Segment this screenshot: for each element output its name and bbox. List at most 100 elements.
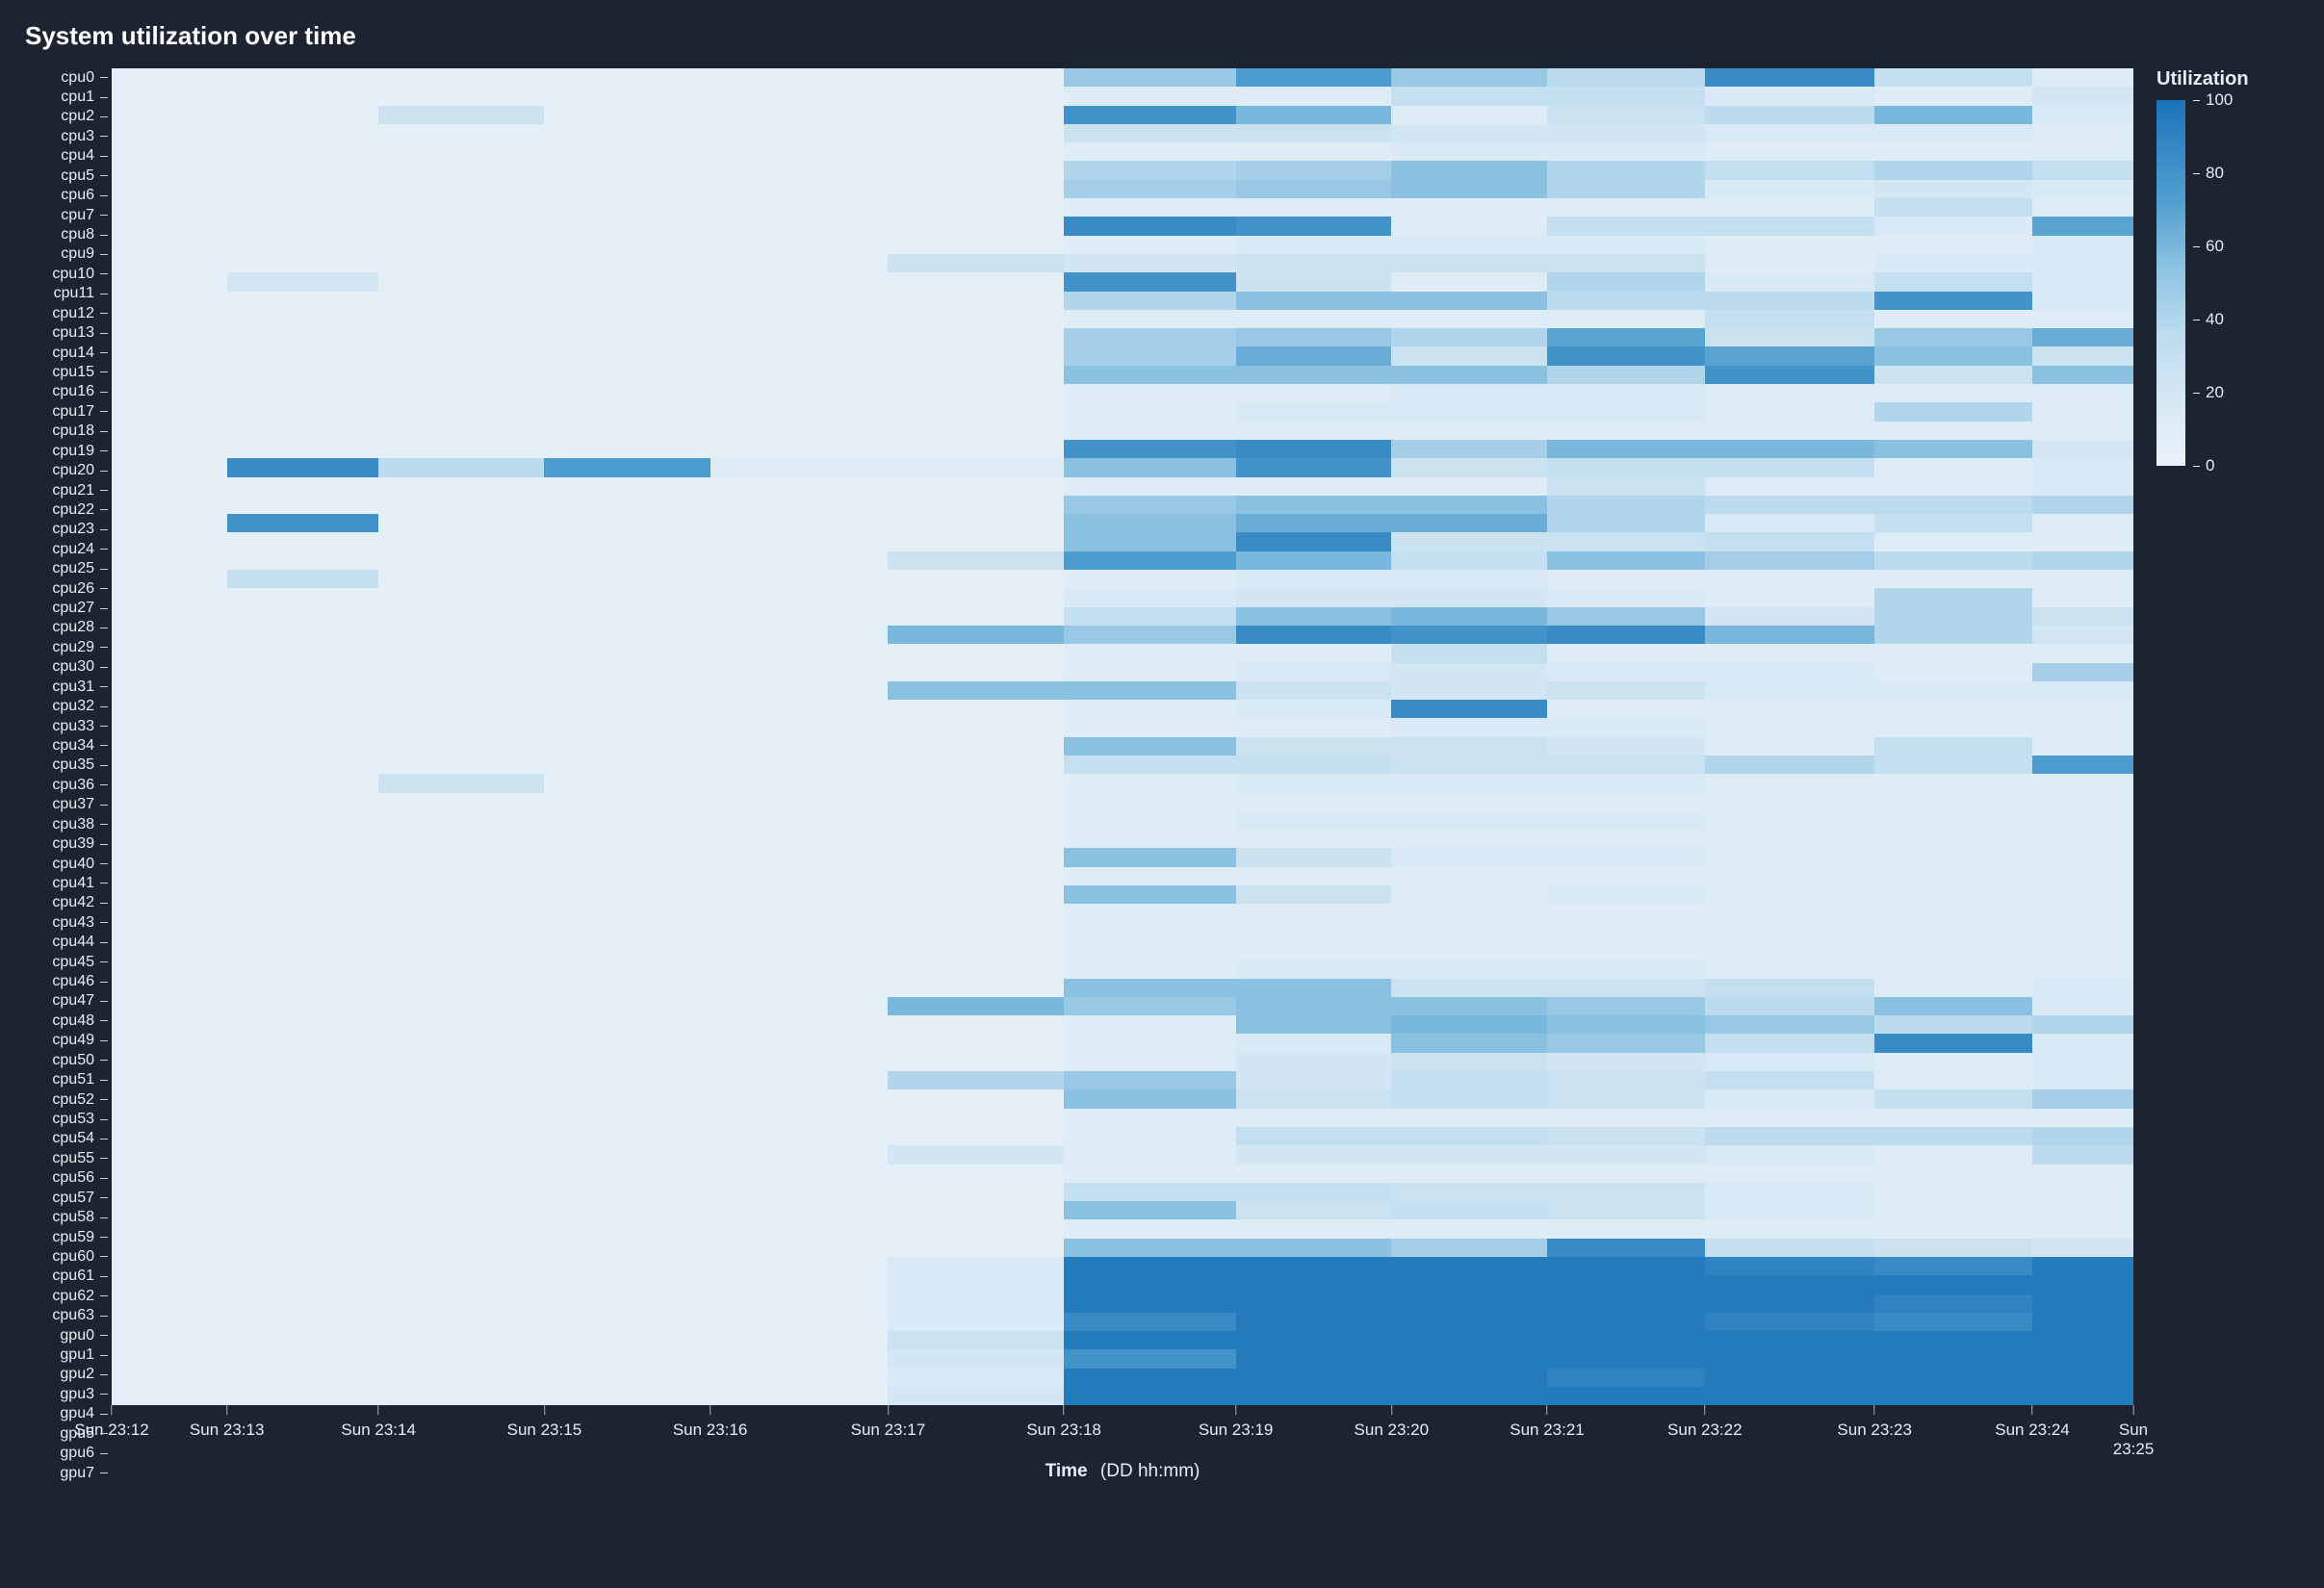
y-tick-label: cpu15 — [23, 363, 112, 381]
heatmap-cell — [1705, 440, 1874, 458]
heatmap-cell — [710, 1294, 889, 1313]
heatmap-cell — [1547, 161, 1705, 179]
y-tick-label: cpu62 — [23, 1287, 112, 1305]
heatmap-cell — [888, 1127, 1064, 1145]
heatmap-cell — [710, 1257, 889, 1275]
heatmap-cell — [1391, 1239, 1547, 1257]
heatmap-cell — [1064, 477, 1236, 496]
heatmap-cell — [1236, 1239, 1392, 1257]
heatmap-cell — [227, 87, 379, 105]
heatmap-cell — [710, 923, 889, 941]
heatmap-cell — [1064, 1219, 1236, 1238]
heatmap-cell — [2032, 867, 2133, 885]
heatmap-cell — [1236, 663, 1392, 681]
heatmap-cell — [1391, 793, 1547, 811]
x-tick: Sun 23:19 — [1199, 1405, 1274, 1440]
heatmap-cell — [1547, 718, 1705, 736]
heatmap-cell — [544, 1219, 710, 1238]
heatmap-cell — [2032, 87, 2133, 105]
heatmap-cell — [112, 1349, 227, 1368]
heatmap-cell — [1547, 142, 1705, 161]
heatmap-cell — [1874, 217, 2032, 235]
heatmap-cell — [112, 292, 227, 310]
heatmap-cell — [112, 1127, 227, 1145]
heatmap-cell — [710, 236, 889, 254]
x-tick-label: Sun 23:14 — [341, 1421, 416, 1439]
heatmap-cell — [1874, 1015, 2032, 1034]
y-tick-label: cpu34 — [23, 736, 112, 755]
heatmap-cell — [888, 198, 1064, 217]
heatmap-cell — [1391, 1201, 1547, 1219]
heatmap-cell — [888, 663, 1064, 681]
heatmap-cell — [1547, 1165, 1705, 1183]
y-tick-label: cpu3 — [23, 127, 112, 145]
heatmap-cell — [1705, 1294, 1874, 1313]
heatmap-row — [112, 496, 2133, 514]
heatmap-cell — [710, 1239, 889, 1257]
heatmap-cell — [378, 124, 544, 142]
heatmap-cell — [2032, 1219, 2133, 1238]
heatmap-cell — [227, 366, 379, 384]
heatmap-cell — [378, 422, 544, 440]
heatmap-cell — [112, 142, 227, 161]
heatmap-cell — [2032, 402, 2133, 421]
heatmap-cell — [2032, 979, 2133, 997]
heatmap-row — [112, 422, 2133, 440]
heatmap-cell — [227, 663, 379, 681]
y-tick-label: gpu1 — [23, 1345, 112, 1364]
heatmap-cell — [544, 663, 710, 681]
heatmap-cell — [710, 68, 889, 87]
heatmap-cell — [1705, 718, 1874, 736]
x-tick-label: Sun 23:24 — [1995, 1421, 2070, 1439]
heatmap-cell — [544, 904, 710, 922]
y-tick-label: cpu25 — [23, 560, 112, 578]
heatmap-row — [112, 663, 2133, 681]
heatmap-cell — [544, 793, 710, 811]
heatmap-cell — [1391, 551, 1547, 570]
heatmap-cell — [1547, 272, 1705, 291]
heatmap-cell — [1547, 607, 1705, 626]
heatmap-cell — [544, 514, 710, 532]
heatmap-cell — [1705, 532, 1874, 551]
heatmap-cell — [1874, 737, 2032, 756]
heatmap-cell — [1064, 272, 1236, 291]
heatmap-cell — [1547, 644, 1705, 662]
heatmap-cell — [544, 848, 710, 866]
heatmap-cell — [888, 700, 1064, 718]
heatmap-cell — [1064, 793, 1236, 811]
heatmap-cell — [1547, 904, 1705, 922]
heatmap-cell — [888, 885, 1064, 904]
heatmap-cell — [227, 1053, 379, 1071]
heatmap-cell — [1391, 1034, 1547, 1052]
heatmap-cell — [1547, 737, 1705, 756]
heatmap-cell — [1064, 830, 1236, 848]
heatmap-cell — [1064, 718, 1236, 736]
heatmap-cell — [1874, 793, 2032, 811]
heatmap-cell — [1705, 346, 1874, 365]
heatmap-cell — [1064, 960, 1236, 978]
heatmap-cell — [2032, 422, 2133, 440]
heatmap-cell — [112, 793, 227, 811]
heatmap-cell — [1391, 292, 1547, 310]
heatmap-cell — [710, 904, 889, 922]
heatmap-cell — [710, 496, 889, 514]
heatmap-cell — [1391, 960, 1547, 978]
heatmap-cell — [1547, 532, 1705, 551]
heatmap-cell — [2032, 1313, 2133, 1331]
heatmap-row — [112, 551, 2133, 570]
heatmap-cell — [544, 1349, 710, 1368]
heatmap-row — [112, 1313, 2133, 1331]
heatmap-cell — [2032, 1201, 2133, 1219]
heatmap-cell — [544, 1089, 710, 1108]
heatmap-cell — [227, 1015, 379, 1034]
heatmap-cell — [1547, 1015, 1705, 1034]
heatmap-cell — [1547, 366, 1705, 384]
heatmap-cell — [227, 1034, 379, 1052]
y-axis: cpu0cpu1cpu2cpu3cpu4cpu5cpu6cpu7cpu8cpu9… — [23, 68, 112, 1482]
heatmap-cell — [1705, 904, 1874, 922]
page-title: System utilization over time — [25, 21, 2301, 51]
heatmap-cell — [1236, 346, 1392, 365]
heatmap-cell — [1705, 588, 1874, 606]
heatmap-cell — [1236, 236, 1392, 254]
heatmap-cell — [1874, 1053, 2032, 1071]
